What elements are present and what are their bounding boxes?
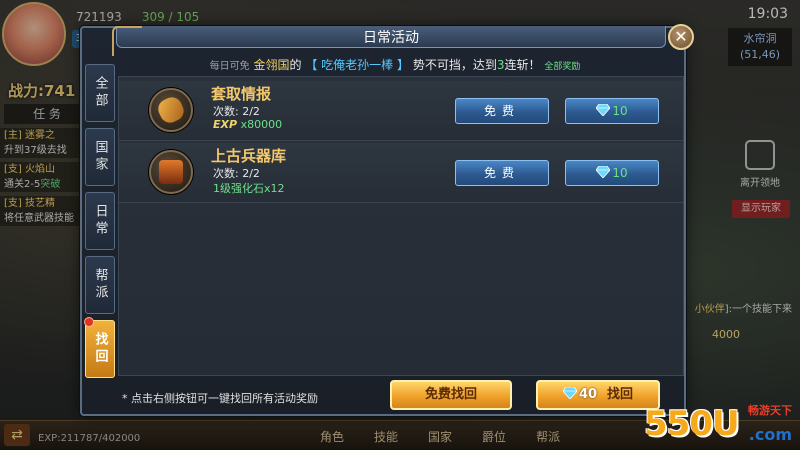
activity-count: 次数: 2/2: [213, 105, 260, 118]
activity-reward: EXP x80000: [213, 118, 283, 131]
activity-row: 套取情报 次数: 2/2 EXP x80000 免费 10: [119, 81, 683, 141]
dialog-title: 日常活动: [363, 30, 419, 46]
activity-name: 套取情报: [211, 85, 272, 103]
diamond-icon: [562, 387, 577, 399]
diamond-icon: [596, 166, 611, 178]
dialog-titlebar: 日常活动: [116, 26, 666, 48]
notification-dot: [84, 317, 94, 327]
tab-all[interactable]: 全部: [85, 64, 115, 122]
gem-recover-button[interactable]: 10: [565, 160, 659, 186]
tab-recover[interactable]: 找回: [84, 317, 115, 378]
free-recover-button[interactable]: 免费: [455, 98, 549, 124]
frame-corner: [112, 26, 142, 56]
close-button[interactable]: ✕: [668, 24, 694, 50]
site-watermark: 550U 畅游天下 .com: [644, 404, 792, 444]
intel-scroll-icon: [149, 88, 193, 132]
footer-note: * 点击右侧按钮可一键找回所有活动奖励: [122, 392, 318, 405]
activity-name: 上古兵器库: [211, 147, 287, 165]
activity-row: 上古兵器库 次数: 2/2 1级强化石x12 免费 10: [119, 143, 683, 203]
announcement-banner: 每日可免 金翎国的 【 吃俺老孙一棒 】 势不可挡，达到3连斩！ 全部奖励: [209, 58, 581, 72]
activity-list: 套取情报 次数: 2/2 EXP x80000 免费 10 上古兵器库 次数: …: [118, 76, 684, 376]
tab-guild[interactable]: 帮派: [85, 256, 115, 314]
weapon-chest-icon: [149, 150, 193, 194]
recover-all-button[interactable]: 40 找回: [536, 380, 660, 410]
activity-reward: 1级强化石x12: [213, 182, 285, 195]
daily-activities-dialog: 日常活动 ✕ 每日可免 金翎国的 【 吃俺老孙一棒 】 势不可挡，达到3连斩！ …: [80, 24, 694, 416]
free-recover-all-button[interactable]: 免费找回: [390, 380, 512, 410]
tab-daily[interactable]: 日常: [85, 192, 115, 250]
free-recover-button[interactable]: 免费: [455, 160, 549, 186]
gem-recover-button[interactable]: 10: [565, 98, 659, 124]
activity-count: 次数: 2/2: [213, 167, 260, 180]
category-tabs: 全部 国家 日常 帮派 找回: [84, 64, 117, 384]
diamond-icon: [596, 104, 611, 116]
tab-country[interactable]: 国家: [85, 128, 115, 186]
